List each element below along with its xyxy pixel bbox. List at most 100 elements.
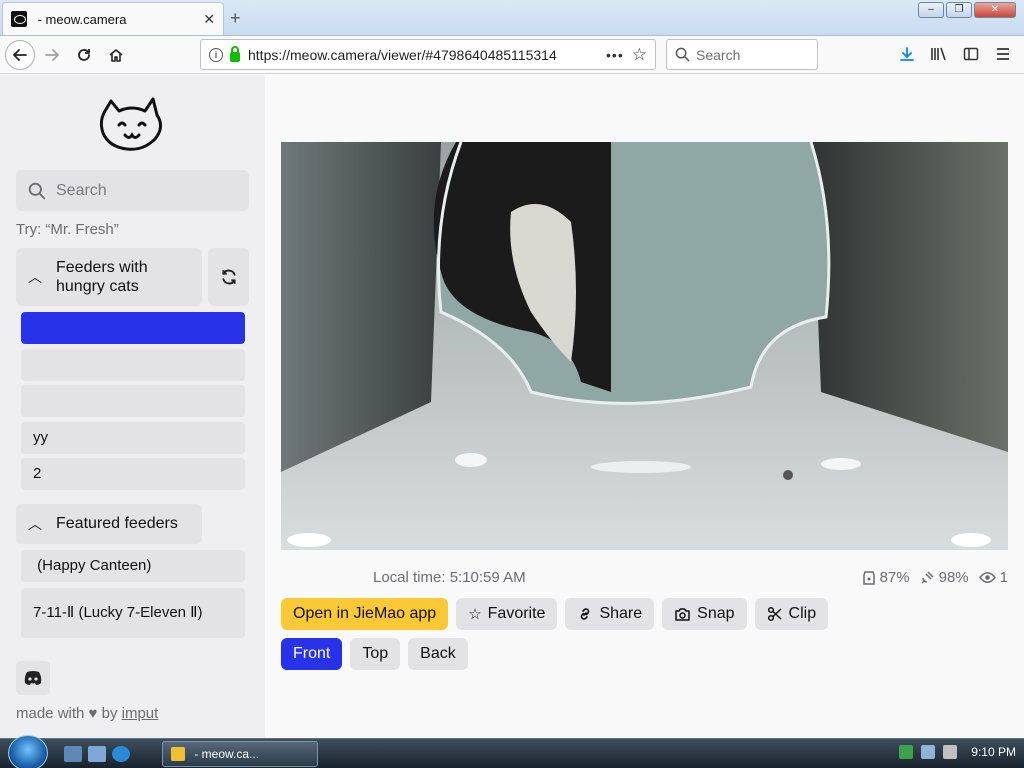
group-hungry-cats-toggle[interactable]: ︿ Feeders with hungry cats bbox=[16, 248, 202, 306]
satellite-icon bbox=[921, 571, 934, 584]
arrow-left-icon bbox=[13, 48, 27, 61]
made-with-credit: made with ♥ by imput bbox=[16, 705, 158, 722]
download-icon[interactable] bbox=[896, 41, 918, 67]
back-button[interactable] bbox=[5, 39, 35, 70]
home-icon bbox=[109, 48, 123, 62]
lock-icon[interactable] bbox=[230, 45, 240, 62]
menu-icon[interactable] bbox=[992, 41, 1014, 67]
tab-close-icon[interactable]: ✕ bbox=[203, 11, 215, 28]
battery-stat: 98% bbox=[920, 569, 969, 586]
library-icon[interactable] bbox=[928, 41, 950, 67]
reload-icon bbox=[78, 48, 90, 61]
feeder-item[interactable]: 󠀠󠀠󠀠󠀠󠀠󠀠 bbox=[21, 312, 245, 344]
bookmark-star-icon[interactable]: ☆ bbox=[632, 45, 647, 65]
author-link[interactable]: imput bbox=[122, 705, 159, 722]
view-front-label: Front bbox=[293, 645, 331, 662]
feeder-search-input[interactable] bbox=[56, 181, 236, 200]
window-controls: – ❐ ✕ bbox=[918, 2, 1016, 18]
browser-search-bar[interactable]: Search bbox=[666, 39, 818, 70]
video-frame bbox=[281, 142, 1008, 550]
group-featured-label: Featured feeders bbox=[56, 515, 178, 532]
group-featured-toggle[interactable]: ︿ Featured feeders bbox=[16, 504, 202, 544]
view-front-button[interactable]: Front bbox=[281, 638, 343, 670]
home-button[interactable] bbox=[101, 40, 131, 70]
viewers-count: 1 bbox=[999, 569, 1008, 586]
show-desktop-icon[interactable] bbox=[64, 746, 82, 762]
internet-explorer-icon[interactable] bbox=[112, 746, 130, 762]
sidebar: Try: “Mr. Fresh” ︿ Feeders with hungry c… bbox=[0, 75, 265, 738]
feeder-item[interactable]: 󠀠󠀠󠀠2 bbox=[21, 458, 245, 490]
taskbar-browser-window[interactable]: 󠀠󠀠󠀠󠀠󠀠󠀠 - meow.ca... bbox=[162, 741, 318, 767]
url-bar[interactable]: i https://meow.camera/viewer/#4798640485… bbox=[200, 39, 656, 70]
security-tray-icon[interactable] bbox=[899, 745, 914, 759]
volume-muted-icon[interactable] bbox=[943, 745, 958, 759]
reload-button[interactable] bbox=[69, 40, 99, 70]
os-taskbar: 󠀠󠀠󠀠󠀠󠀠󠀠 - meow.ca... 9:10 PM bbox=[0, 735, 1024, 768]
group-label-line1: Feeders with bbox=[56, 259, 148, 276]
system-tray: 9:10 PM bbox=[899, 745, 1016, 759]
search-icon bbox=[675, 47, 690, 62]
snap-button[interactable]: Snap bbox=[662, 598, 747, 630]
heart-icon: ♥ bbox=[88, 705, 98, 722]
toolbar-right bbox=[896, 41, 1014, 67]
by-text: by bbox=[101, 705, 118, 722]
open-in-app-button[interactable]: Open in JieMao app bbox=[281, 598, 449, 630]
cat-logo-icon[interactable] bbox=[97, 93, 167, 153]
page-actions-icon[interactable]: ••• bbox=[606, 47, 624, 63]
food-level-stat: 87% bbox=[862, 569, 910, 586]
view-back-button[interactable]: Back bbox=[408, 638, 468, 670]
feeder-item[interactable]: 󠀠󠀠7-11-Ⅱ (Lucky 7-Eleven Ⅱ) bbox=[21, 588, 245, 638]
group-hungry-cats-label: Feeders with hungry cats bbox=[56, 258, 148, 296]
close-window-button[interactable]: ✕ bbox=[974, 2, 1016, 18]
feeder-item[interactable]: 󠀠󠀠󠀠󠀠 bbox=[21, 385, 245, 417]
view-back-label: Back bbox=[420, 645, 456, 662]
browser-title-bar: 󠀠󠀠󠀠 - meow.camera ✕ + – ❐ ✕ bbox=[0, 0, 1024, 36]
forward-button[interactable] bbox=[37, 40, 67, 70]
info-icon[interactable]: i bbox=[209, 47, 223, 62]
taskbar-window-label: 󠀠󠀠󠀠󠀠󠀠󠀠 - meow.ca... bbox=[191, 747, 260, 761]
explorer-icon[interactable] bbox=[88, 746, 106, 762]
clip-button[interactable]: Clip bbox=[754, 598, 829, 630]
minimize-button[interactable]: – bbox=[918, 2, 944, 18]
star-icon: ☆ bbox=[468, 606, 482, 623]
arrow-right-icon bbox=[45, 48, 59, 61]
share-label: Share bbox=[599, 605, 643, 622]
eye-icon bbox=[978, 572, 996, 583]
link-icon bbox=[581, 608, 590, 620]
refresh-button[interactable] bbox=[208, 248, 249, 306]
cat-favicon-icon bbox=[11, 11, 27, 27]
sidebar-toggle-icon[interactable] bbox=[960, 41, 982, 67]
feeder-item[interactable]: 󠀠󠀠󠀠󠀠󠀠󠀠 bbox=[21, 349, 245, 381]
food-bag-icon bbox=[862, 571, 875, 585]
camera-video-feed[interactable] bbox=[281, 142, 1008, 550]
action-buttons: Open in JieMao app ☆ Favorite Share Snap… bbox=[281, 598, 829, 630]
view-top-button[interactable]: Top bbox=[350, 638, 401, 670]
viewer-main: 󠀠󠀠󠀠󠀠󠀠󠀠 Local time: 5:10:59 AM 87% 98% 1 … bbox=[265, 75, 1024, 738]
browser-app-icon bbox=[171, 747, 185, 761]
tab-title: 󠀠󠀠󠀠 - meow.camera bbox=[34, 11, 127, 27]
feeder-search-box[interactable] bbox=[16, 170, 249, 211]
network-tray-icon[interactable] bbox=[921, 745, 936, 759]
view-top-label: Top bbox=[362, 645, 389, 662]
feeder-item[interactable]: 󠀠yy bbox=[21, 422, 245, 454]
chevron-up-icon: ︿ bbox=[28, 516, 42, 532]
local-time: Local time: 5:10:59 AM bbox=[373, 569, 526, 586]
discord-button[interactable] bbox=[16, 661, 50, 695]
search-icon bbox=[28, 182, 46, 200]
made-with-text: made with bbox=[16, 705, 85, 722]
system-clock[interactable]: 9:10 PM bbox=[971, 745, 1016, 759]
share-button[interactable]: Share bbox=[565, 598, 655, 630]
feeder-item[interactable]: 󠀠󠀠󠀠󠀠󠀠 (Happy Canteen) bbox=[21, 550, 245, 582]
url-text[interactable]: https://meow.camera/viewer/#479864048511… bbox=[248, 47, 598, 63]
browser-tab-active[interactable]: 󠀠󠀠󠀠 - meow.camera ✕ bbox=[2, 2, 224, 35]
navigation-toolbar: i https://meow.camera/viewer/#4798640485… bbox=[0, 36, 1024, 74]
feeder-stats: 87% 98% 1 bbox=[862, 569, 1008, 586]
favorite-button[interactable]: ☆ Favorite bbox=[456, 598, 558, 630]
restore-button[interactable]: ❐ bbox=[946, 2, 972, 18]
favorite-label: Favorite bbox=[487, 605, 546, 622]
food-level-value: 87% bbox=[879, 569, 910, 586]
browser-search-placeholder: Search bbox=[696, 46, 741, 63]
camera-icon bbox=[675, 607, 690, 621]
start-button[interactable] bbox=[8, 735, 48, 768]
new-tab-button[interactable]: + bbox=[230, 8, 241, 29]
